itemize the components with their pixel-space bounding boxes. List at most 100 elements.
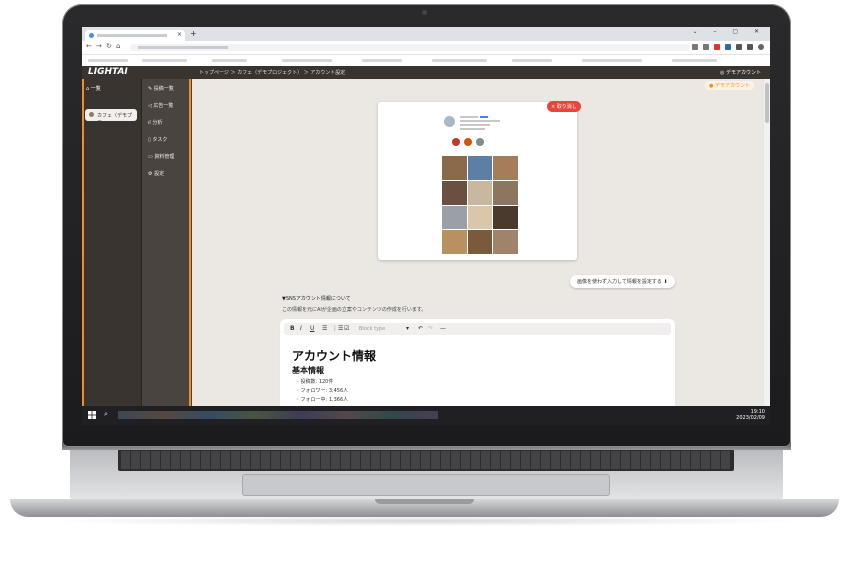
bookmark-item[interactable] (88, 59, 128, 62)
account-menu[interactable]: ◎ デモアカウント (720, 69, 761, 76)
profile-icon[interactable] (758, 44, 764, 50)
clock-date: 2023/02/09 (736, 415, 765, 421)
extension-icons (692, 44, 764, 50)
undo-button[interactable]: ↶ (418, 325, 423, 332)
horizontal-rule-button[interactable]: — (440, 325, 446, 332)
chevron-down-icon[interactable]: ▾ (406, 325, 409, 332)
clear-image-button[interactable]: × 取り消し (547, 101, 581, 112)
forward-icon[interactable]: → (96, 42, 102, 50)
check-list-button[interactable]: ☑ (344, 325, 349, 332)
bookmark-item[interactable] (512, 59, 552, 62)
list-item: ◦ 投稿数: 120件 (296, 379, 334, 385)
bookmark-item[interactable] (212, 59, 247, 62)
sidebar-item-ads[interactable]: ◁ 広告一覧 (148, 102, 173, 109)
extension-red-icon[interactable] (714, 44, 720, 50)
page-scrollbar[interactable] (764, 79, 770, 406)
bookmark-item[interactable] (282, 59, 332, 62)
taskbar-apps-blurred[interactable] (118, 411, 438, 419)
ig-highlight (452, 138, 460, 146)
favicon-icon (89, 33, 94, 38)
bookmark-item[interactable] (142, 59, 187, 62)
ig-follow-button (480, 116, 488, 118)
star-icon[interactable] (703, 44, 709, 50)
sidebar-item-posts[interactable]: ✎ 投稿一覧 (148, 85, 174, 92)
sidebar-item-tasks[interactable]: ▯ タスク (148, 136, 167, 143)
windows-start-icon[interactable] (88, 411, 96, 419)
reload-icon[interactable]: ↻ (106, 42, 112, 50)
browser-chrome: × + ⌄ – ▢ ✕ ← → ↻ ⌂ (82, 27, 770, 67)
ig-stats-line (460, 120, 500, 122)
rich-text-editor[interactable]: B I U ☰ ⋮☰ ☑ Block type ▾ ↶ ↷ — アカウント情報 … (282, 321, 673, 411)
numbered-list-button[interactable]: ⋮☰ (332, 325, 343, 332)
ig-post (493, 156, 518, 180)
new-tab-icon[interactable]: + (190, 29, 197, 38)
italic-button[interactable]: I (300, 325, 302, 332)
ig-post (442, 205, 467, 230)
manual-input-button[interactable]: 画像を使わず入力して情報を設定する ⬇ (570, 275, 675, 288)
search-icon[interactable]: ⌕ (104, 410, 108, 419)
close-tab-icon[interactable]: × (177, 31, 182, 38)
ig-post (493, 230, 518, 254)
sidebar-item-documents[interactable]: ▭ 資料管理 (148, 153, 174, 160)
browser-tab[interactable]: × (85, 30, 185, 41)
ig-highlight (464, 138, 472, 146)
browser-navbar: ← → ↻ ⌂ (82, 41, 770, 54)
section-description: この情報を元にAIが企画の立案やコンテンツの作成を行います。 (282, 307, 427, 313)
home-icon[interactable]: ⌂ (116, 42, 120, 50)
webcam (422, 10, 427, 15)
app-logo[interactable]: LIGHTAI (88, 67, 128, 77)
share-icon[interactable] (692, 44, 698, 50)
url-blurred (138, 46, 228, 49)
taskbar-clock[interactable]: 19:10 2023/02/09 (736, 409, 765, 421)
breadcrumb[interactable]: トップページ ＞ カフェ（デモプロジェクト） ＞ アカウント設定 (199, 69, 345, 76)
puzzle-icon[interactable] (736, 44, 742, 50)
sidebar-accent-right (189, 79, 191, 406)
ig-highlight (476, 138, 484, 146)
underline-button[interactable]: U (310, 325, 314, 332)
list-item-text: フォロー中: 1,366人 (300, 397, 349, 403)
windows-taskbar: ⌕ 19:10 2023/02/09 (82, 406, 770, 425)
list-item: ◦ フォロワー: 3,456人 (296, 388, 349, 394)
scrollbar-thumb[interactable] (765, 83, 769, 123)
window-controls[interactable]: ⌄ – ▢ ✕ (693, 28, 766, 35)
laptop-keyboard (118, 449, 734, 471)
sidebar-item-settings[interactable]: ⚙ 設定 (148, 170, 164, 177)
ig-bio-line (460, 124, 490, 126)
sidebar-item-analytics[interactable]: ıl 分析 (148, 119, 162, 126)
bookmark-item[interactable] (582, 59, 642, 62)
sidebar-project-selected[interactable]: カフェ（デモプロ... (85, 109, 137, 126)
editor-heading1: アカウント情報 (292, 349, 377, 363)
bookmark-item[interactable] (362, 59, 402, 62)
extension-blue-icon[interactable] (725, 44, 731, 50)
editor-heading2: 基本情報 (292, 366, 324, 375)
ig-post (442, 180, 467, 205)
redo-button[interactable]: ↷ (428, 325, 433, 332)
block-type-select[interactable]: Block type (359, 326, 385, 332)
ig-post (467, 180, 493, 205)
back-icon[interactable]: ← (86, 42, 92, 50)
bold-button[interactable]: B (290, 325, 295, 332)
laptop-shadow (40, 516, 809, 526)
bullet-list-button[interactable]: ☰ (322, 325, 327, 332)
ig-post (467, 205, 493, 230)
ig-username-line (460, 116, 478, 118)
laptop-lid: × + ⌄ – ▢ ✕ ← → ↻ ⌂ LIGHTAI トップページ ＞ カフェ… (62, 4, 791, 447)
sidepanel-icon[interactable] (747, 44, 753, 50)
project-avatar (89, 112, 94, 117)
address-bar[interactable] (130, 44, 690, 51)
ig-bio-line (460, 128, 485, 130)
bookmark-item[interactable] (672, 59, 717, 62)
keyboard-keys (121, 451, 731, 469)
list-item: ◦ フォロー中: 1,366人 (296, 397, 349, 403)
bookmark-item[interactable] (432, 59, 487, 62)
ig-post (493, 180, 518, 205)
sidebar-item-list[interactable]: ⌂ 一覧 (86, 85, 101, 92)
demo-badge: ● デモアカウント (705, 81, 754, 90)
ig-post (467, 156, 493, 180)
editor-toolbar: B I U ☰ ⋮☰ ☑ Block type ▾ ↶ ↷ — (284, 323, 671, 335)
section-title[interactable]: ▼SNSアカウント情報について (282, 295, 351, 302)
primary-sidebar: ⌂ 一覧 カフェ（デモプロ... (82, 79, 141, 406)
laptop-touchpad (242, 474, 610, 496)
screen: × + ⌄ – ▢ ✕ ← → ↻ ⌂ LIGHTAI トップページ ＞ カフェ… (82, 27, 770, 425)
ig-post (442, 156, 467, 180)
